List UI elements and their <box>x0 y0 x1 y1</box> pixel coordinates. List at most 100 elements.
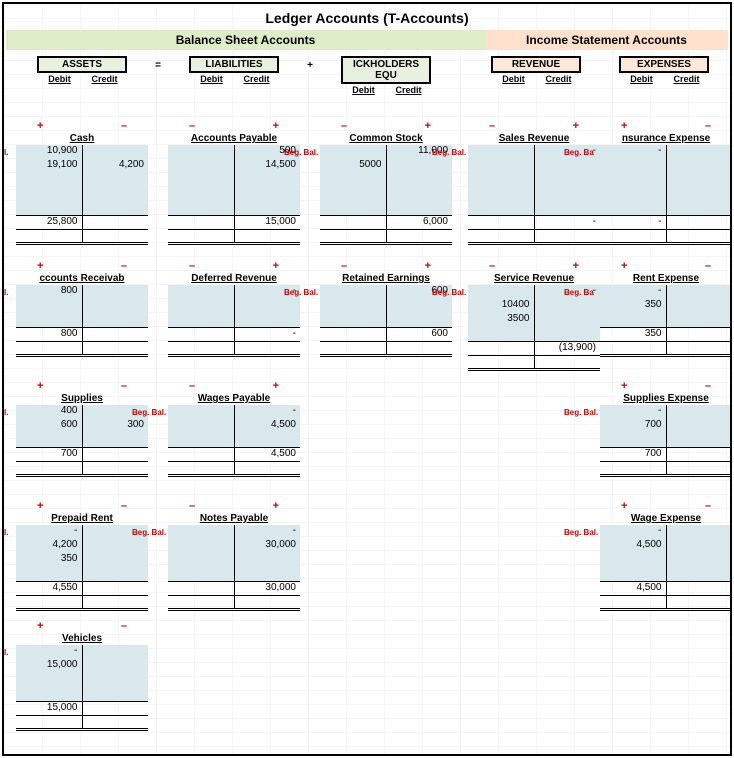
debit-cell[interactable] <box>168 145 234 159</box>
debit-cell[interactable] <box>600 173 666 187</box>
debit-cell[interactable]: 600 <box>16 419 82 433</box>
debit-cell[interactable] <box>168 187 234 201</box>
credit-cell[interactable] <box>234 553 300 567</box>
credit-cell[interactable]: 30,000 <box>234 539 300 553</box>
debit-cell[interactable] <box>16 687 82 701</box>
debit-cell[interactable]: 4,500 <box>600 539 666 553</box>
debit-cell[interactable] <box>468 327 534 341</box>
debit-cell[interactable]: 5000 <box>320 159 386 173</box>
credit-cell[interactable] <box>386 173 452 187</box>
debit-cell[interactable] <box>600 433 666 447</box>
credit-cell[interactable] <box>534 173 600 187</box>
credit-cell[interactable] <box>82 433 148 447</box>
debit-cell[interactable] <box>600 201 666 215</box>
debit-cell[interactable] <box>16 299 82 313</box>
debit-cell[interactable] <box>320 187 386 201</box>
debit-cell[interactable] <box>168 539 234 553</box>
credit-cell[interactable] <box>666 539 732 553</box>
credit-cell[interactable] <box>82 673 148 687</box>
credit-cell[interactable] <box>666 159 732 173</box>
debit-cell[interactable] <box>320 173 386 187</box>
credit-cell[interactable] <box>386 201 452 215</box>
debit-cell[interactable] <box>16 433 82 447</box>
credit-cell[interactable]: 300 <box>82 419 148 433</box>
credit-cell[interactable] <box>82 145 148 159</box>
debit-cell[interactable] <box>168 159 234 173</box>
debit-cell[interactable] <box>468 285 534 299</box>
debit-cell[interactable] <box>168 405 234 419</box>
debit-cell[interactable] <box>468 145 534 159</box>
credit-cell[interactable]: 4,200 <box>82 159 148 173</box>
debit-cell[interactable]: 10400 <box>468 299 534 313</box>
credit-cell[interactable] <box>666 405 732 419</box>
debit-cell[interactable] <box>320 201 386 215</box>
debit-cell[interactable] <box>468 187 534 201</box>
credit-cell[interactable] <box>534 313 600 327</box>
credit-cell[interactable] <box>82 687 148 701</box>
debit-cell[interactable] <box>168 525 234 539</box>
credit-cell[interactable] <box>82 187 148 201</box>
credit-cell[interactable] <box>82 313 148 327</box>
credit-cell[interactable] <box>666 201 732 215</box>
credit-cell[interactable] <box>82 173 148 187</box>
credit-cell[interactable] <box>386 159 452 173</box>
credit-cell[interactable] <box>234 299 300 313</box>
credit-cell[interactable]: 4,500 <box>234 419 300 433</box>
debit-cell[interactable] <box>168 433 234 447</box>
debit-cell[interactable]: 3500 <box>468 313 534 327</box>
debit-cell[interactable]: 700 <box>600 419 666 433</box>
debit-cell[interactable] <box>16 201 82 215</box>
credit-cell[interactable] <box>666 145 732 159</box>
credit-cell[interactable] <box>534 159 600 173</box>
credit-cell[interactable] <box>666 567 732 581</box>
credit-cell[interactable] <box>234 187 300 201</box>
debit-cell[interactable] <box>168 299 234 313</box>
credit-cell[interactable] <box>234 201 300 215</box>
debit-cell[interactable] <box>168 201 234 215</box>
debit-cell[interactable]: 800 <box>16 285 82 299</box>
debit-cell[interactable] <box>16 187 82 201</box>
debit-cell[interactable]: 400 <box>16 405 82 419</box>
debit-cell[interactable] <box>320 313 386 327</box>
debit-cell[interactable]: 350 <box>600 299 666 313</box>
debit-cell[interactable] <box>320 145 386 159</box>
credit-cell[interactable] <box>82 645 148 659</box>
debit-cell[interactable] <box>600 553 666 567</box>
debit-cell[interactable]: - <box>600 145 666 159</box>
debit-cell[interactable] <box>320 285 386 299</box>
debit-cell[interactable]: - <box>600 525 666 539</box>
debit-cell[interactable] <box>600 313 666 327</box>
debit-cell[interactable] <box>168 285 234 299</box>
debit-cell[interactable] <box>320 299 386 313</box>
debit-cell[interactable] <box>16 313 82 327</box>
credit-cell[interactable] <box>234 173 300 187</box>
credit-cell[interactable] <box>82 567 148 581</box>
debit-cell[interactable] <box>168 567 234 581</box>
credit-cell[interactable] <box>82 659 148 673</box>
debit-cell[interactable] <box>468 159 534 173</box>
debit-cell[interactable] <box>468 173 534 187</box>
credit-cell[interactable] <box>386 187 452 201</box>
credit-cell[interactable] <box>666 419 732 433</box>
credit-cell[interactable] <box>82 285 148 299</box>
debit-cell[interactable]: - <box>600 405 666 419</box>
credit-cell[interactable] <box>666 173 732 187</box>
debit-cell[interactable] <box>168 553 234 567</box>
credit-cell[interactable] <box>666 525 732 539</box>
debit-cell[interactable] <box>600 567 666 581</box>
credit-cell[interactable] <box>534 299 600 313</box>
credit-cell[interactable] <box>234 313 300 327</box>
credit-cell[interactable] <box>82 539 148 553</box>
credit-cell[interactable]: - <box>234 405 300 419</box>
debit-cell[interactable] <box>168 313 234 327</box>
debit-cell[interactable]: - <box>16 645 82 659</box>
credit-cell[interactable] <box>666 553 732 567</box>
credit-cell[interactable] <box>82 299 148 313</box>
debit-cell[interactable]: - <box>16 525 82 539</box>
debit-cell[interactable] <box>16 173 82 187</box>
credit-cell[interactable] <box>234 433 300 447</box>
debit-cell[interactable] <box>600 187 666 201</box>
credit-cell[interactable]: 14,500 <box>234 159 300 173</box>
credit-cell[interactable] <box>82 201 148 215</box>
credit-cell[interactable] <box>666 313 732 327</box>
